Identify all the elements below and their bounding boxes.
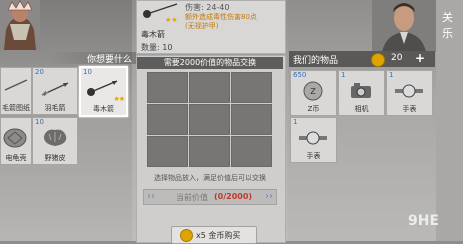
boar-hide-icon: [43, 129, 67, 146]
watch-icon: [395, 84, 423, 98]
item-count: 10: [83, 68, 92, 76]
watermark: 9HE: [408, 213, 440, 229]
item-name: 相机: [354, 105, 369, 113]
item-slot-z-coin[interactable]: 650 Z Z币: [290, 70, 337, 116]
item-slot-blueprint[interactable]: 毛箭图纸: [0, 67, 32, 115]
rarity-stars-icon: ★★: [113, 95, 125, 103]
item-count: 1: [293, 118, 298, 126]
item-name: 电龟壳: [5, 154, 27, 162]
trade-slot[interactable]: [231, 72, 272, 103]
trader-portrait: [372, 0, 436, 52]
trade-slot[interactable]: [231, 104, 272, 135]
item-count: 650: [293, 71, 307, 79]
item-name: 手表: [306, 152, 321, 160]
poison-arrow-icon: [87, 80, 118, 96]
detail-quantity: 数量: 10: [141, 43, 173, 52]
blueprint-icon: [4, 79, 28, 91]
item-slot-turtle-shell[interactable]: 电龟壳: [0, 117, 32, 165]
trade-slot[interactable]: [189, 72, 230, 103]
trade-hint: 选择物品放入，满足价值后可以交换: [154, 174, 266, 182]
trade-slot[interactable]: [189, 104, 230, 135]
chevron-right-icon: ››: [265, 191, 273, 202]
watch-icon: [299, 131, 327, 145]
trade-slot[interactable]: [147, 72, 188, 103]
detail-stars-icon: ★★: [165, 16, 178, 24]
our-items-header: 我们的物品 20 +: [289, 51, 435, 67]
coin-buy-button[interactable]: x5 金币购买: [171, 226, 257, 244]
item-slot-poison-arrow[interactable]: 10 ★★ 毒木箭: [79, 66, 128, 117]
item-name: Z币: [307, 105, 320, 113]
trade-slot[interactable]: [147, 104, 188, 135]
z-coin-icon: Z: [303, 81, 323, 101]
svg-text:Z: Z: [310, 87, 316, 96]
trade-slot[interactable]: [147, 136, 188, 167]
side-tab-label: 关 乐: [442, 11, 453, 40]
item-name: 手表: [402, 105, 417, 113]
item-slot-watch[interactable]: 1 手表: [386, 70, 433, 116]
item-name: 毒木箭: [93, 105, 114, 113]
armor-note: (无视护甲): [185, 22, 219, 30]
camera-icon: [351, 83, 371, 98]
add-coins-button[interactable]: +: [415, 51, 425, 65]
item-count: 1: [341, 71, 346, 79]
detail-item-name: 毒木箭: [141, 30, 165, 39]
value-label: 当前价值: [176, 193, 208, 202]
turtle-shell-icon: [3, 128, 27, 148]
item-name: 野猪皮: [44, 154, 66, 162]
current-value-bar: ‹‹ 当前价值 (0/2000) ››: [143, 189, 277, 205]
trade-slot[interactable]: [231, 136, 272, 167]
wish-title: 你想要什么: [48, 52, 136, 65]
trade-slot[interactable]: [189, 136, 230, 167]
player-portrait: [0, 0, 40, 50]
item-count: 10: [35, 118, 44, 126]
value-amount: (0/2000): [214, 192, 253, 201]
gold-coin-icon: [180, 229, 193, 242]
feather-arrow-icon: [41, 82, 69, 97]
item-name: 羽毛箭: [44, 104, 66, 112]
item-count: 1: [389, 71, 394, 79]
item-count: 20: [35, 68, 44, 76]
side-tab[interactable]: 关 乐: [436, 0, 463, 241]
item-slot-camera[interactable]: 1 相机: [338, 70, 385, 116]
our-items-title: 我们的物品: [293, 56, 339, 66]
coin-count: 20: [391, 53, 403, 63]
trade-requirement: 需要2000价值的物品交换: [137, 57, 283, 69]
item-slot-feather-arrow[interactable]: 20 羽毛箭: [32, 67, 78, 115]
chevron-left-icon: ‹‹: [147, 191, 155, 202]
item-slot-watch[interactable]: 1 手表: [290, 117, 337, 163]
buy-label: x5 金币购买: [196, 231, 241, 240]
gold-coin-icon: [371, 53, 385, 67]
item-name: 毛箭图纸: [2, 104, 30, 112]
item-slot-boar-hide[interactable]: 10 野猪皮: [32, 117, 78, 165]
